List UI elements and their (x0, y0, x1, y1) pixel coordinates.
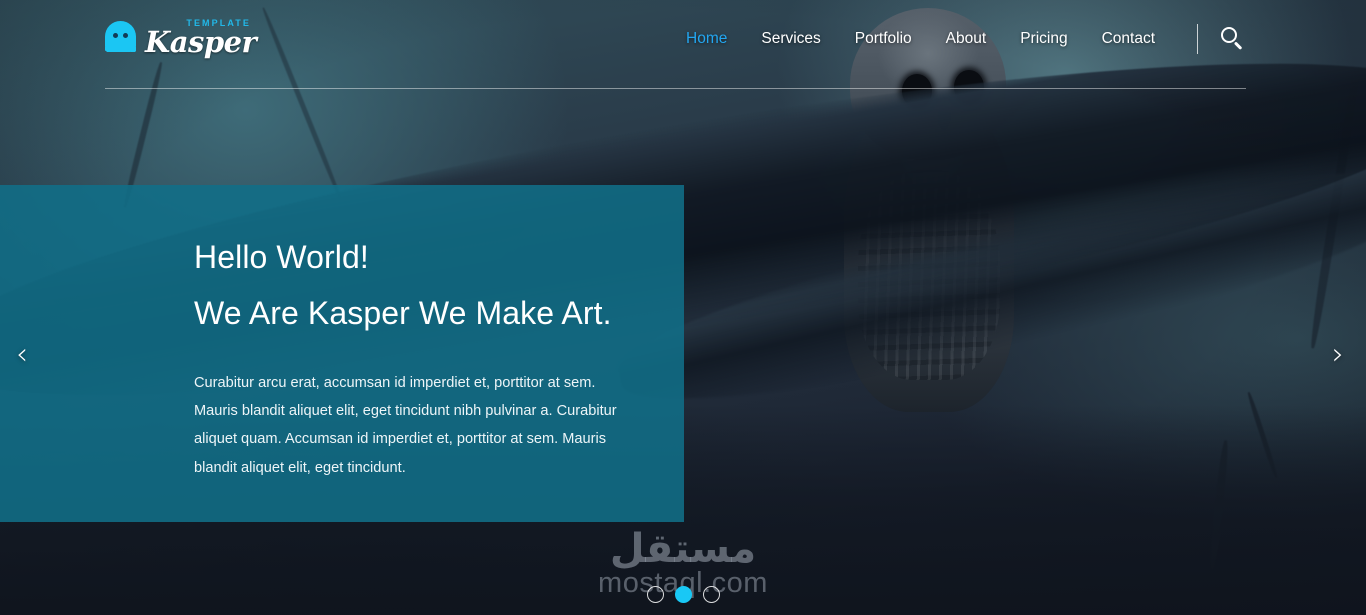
ghost-feet (105, 46, 136, 56)
main-navigation: Home Services Portfolio About Pricing Co… (669, 24, 1246, 54)
logo-name: Kasper (145, 25, 257, 59)
slider-prev-arrow-icon[interactable]: ‹ (16, 340, 28, 370)
nav-item-services[interactable]: Services (744, 31, 837, 47)
hero-slide-content: Hello World! We Are Kasper We Make Art. … (0, 185, 684, 482)
slider-next-arrow-icon[interactable]: › (1332, 340, 1344, 370)
ghost-eye-left (113, 32, 118, 38)
logo-wordmark: TEMPLATE Kasper (145, 17, 257, 61)
nav-item-pricing[interactable]: Pricing (1003, 31, 1084, 47)
slider-bullet-3[interactable] (702, 586, 720, 603)
slider-bullet-1[interactable] (646, 586, 664, 603)
header-inner: TEMPLATE Kasper Home Services Portfolio … (105, 0, 1246, 89)
ghost-eye-right (123, 32, 128, 38)
slider-bullets (0, 586, 1366, 603)
hero-heading-secondary: We Are Kasper We Make Art. (194, 295, 612, 331)
nav-divider (1197, 24, 1198, 54)
search-icon-handle (1234, 41, 1243, 50)
nav-item-about[interactable]: About (929, 31, 1004, 47)
logo[interactable]: TEMPLATE Kasper (105, 6, 257, 72)
ghost-icon (105, 20, 136, 58)
nav-item-contact[interactable]: Contact (1085, 31, 1172, 47)
hero-slide-panel: Hello World! We Are Kasper We Make Art. … (0, 185, 684, 522)
hero-paragraph: Curabitur arcu erat, accumsan id imperdi… (194, 375, 617, 476)
nav-item-portfolio[interactable]: Portfolio (838, 31, 929, 47)
search-icon[interactable] (1220, 26, 1246, 52)
slider-bullet-2[interactable] (674, 586, 692, 603)
nav-item-home[interactable]: Home (669, 31, 744, 47)
site-header: TEMPLATE Kasper Home Services Portfolio … (0, 0, 1366, 90)
hero-heading-primary: Hello World! (194, 239, 369, 275)
search-icon-ring (1221, 27, 1237, 43)
